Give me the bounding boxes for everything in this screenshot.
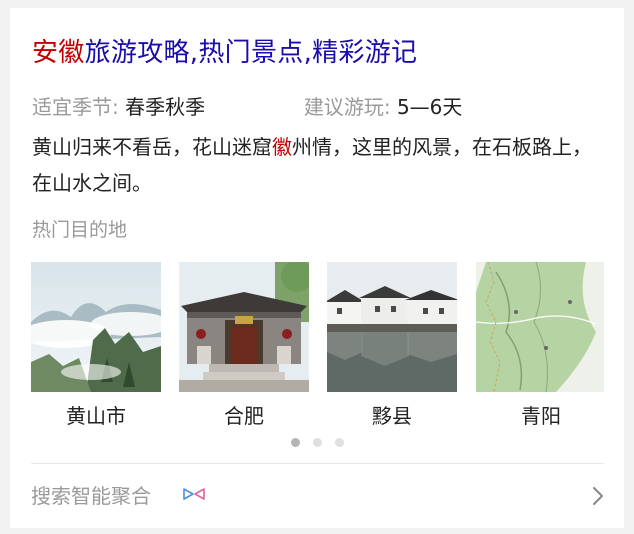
duration-value: 5—6天 [396,95,463,119]
description: 黄山归来不看岳，花山迷窟徽州情，这里的风景，在石板路上，在山水之间。 [32,129,607,201]
pagination-dot[interactable] [335,438,344,447]
season-label: 适宜季节: [32,95,119,119]
village-photo [327,262,457,392]
travel-guide-card: 安徽旅游攻略,热门景点,精彩游记 适宜季节: 春季秋季 建议游玩: 5—6天 黄… [10,8,624,528]
destination-name: 黄山市 [66,404,126,428]
map-photo [476,262,604,392]
pagination-dot[interactable] [313,438,322,447]
card-title-link[interactable]: 安徽旅游攻略,热门景点,精彩游记 [32,36,417,70]
destination-item[interactable]: 黟县 [327,262,457,428]
description-before: 黄山归来不看岳，花山迷窟 [32,135,272,159]
destination-carousel[interactable]: 黄山市 合肥 黟县 青阳 [31,262,604,442]
footer-label: 搜索智能聚合 [31,484,151,508]
destination-item[interactable]: 青阳 [476,262,604,428]
title-highlight: 安徽 [32,38,85,68]
carousel-pagination[interactable] [291,438,351,448]
smart-aggregation-link[interactable]: 搜索智能聚合 [31,464,604,528]
title-rest: 旅游攻略,热门景点,精彩游记 [84,38,418,68]
destination-item[interactable]: 合肥 [179,262,309,428]
destination-name: 合肥 [224,404,264,428]
temple-photo [179,262,309,392]
mountain-photo [31,262,161,392]
destination-name: 青阳 [521,404,561,428]
trip-meta: 适宜季节: 春季秋季 建议游玩: 5—6天 [32,93,462,121]
duration-label: 建议游玩: [303,95,391,119]
pagination-dot-active[interactable] [291,438,300,447]
description-highlight: 徽 [272,135,292,159]
destination-name: 黟县 [372,404,412,428]
bowtie-icon [183,486,205,506]
chevron-right-icon[interactable] [592,486,604,510]
section-label-popular-destinations: 热门目的地 [32,219,128,241]
destination-item[interactable]: 黄山市 [31,262,161,428]
season-value: 春季秋季 [125,95,206,119]
